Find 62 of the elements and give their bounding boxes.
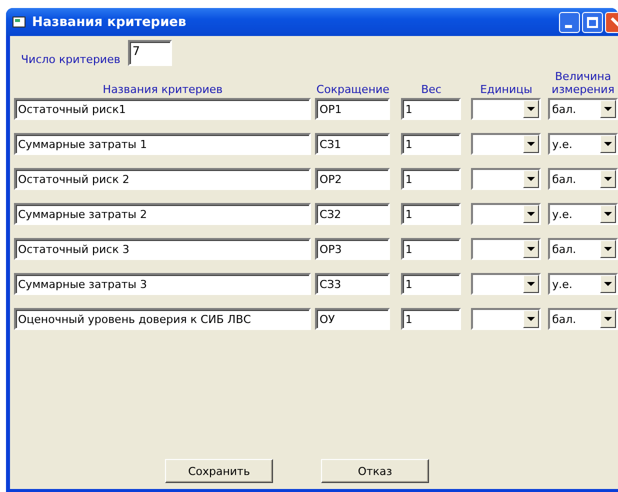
dropdown-arrow-icon[interactable] — [527, 177, 536, 181]
units-dropdown[interactable] — [471, 168, 542, 190]
dropdown-arrow-icon[interactable] — [527, 212, 536, 216]
count-label: Число критериев — [21, 53, 120, 66]
weight-field[interactable]: 1 — [401, 133, 462, 155]
column-header: Единицы — [479, 83, 534, 98]
measure-dropdown[interactable]: бал. — [548, 308, 618, 330]
units-dropdown[interactable] — [471, 133, 542, 155]
cancel-button[interactable]: Отказ — [321, 459, 429, 483]
column-header: Величина измерения — [550, 70, 616, 98]
abbreviation-field[interactable]: ОР1 — [315, 98, 390, 120]
dropdown-arrow-icon[interactable] — [604, 282, 612, 286]
weight-field[interactable]: 1 — [401, 98, 462, 120]
abbreviation-field[interactable]: СЗ1 — [315, 133, 390, 155]
dropdown-arrow-icon[interactable] — [527, 107, 536, 111]
dropdown-arrow-icon[interactable] — [604, 212, 612, 216]
measure-dropdown[interactable]: у.е. — [548, 273, 618, 295]
column-header: Сокращение — [315, 83, 390, 98]
weight-field[interactable]: 1 — [401, 168, 462, 190]
name-field[interactable]: Остаточный риск 3 — [14, 238, 312, 260]
dropdown-arrow-icon[interactable] — [527, 282, 536, 286]
column-header: Названия критериев — [102, 83, 224, 98]
column-header: Вес — [420, 83, 442, 98]
name-field[interactable]: Остаточный риск 2 — [14, 168, 312, 190]
save-button[interactable]: Сохранить — [165, 459, 273, 483]
name-field[interactable]: Суммарные затраты 1 — [14, 133, 312, 155]
abbreviation-field[interactable]: СЗ3 — [315, 273, 390, 295]
dropdown-arrow-icon[interactable] — [527, 142, 536, 146]
maximize-button[interactable] — [582, 12, 603, 32]
measure-dropdown[interactable]: у.е. — [548, 203, 618, 225]
measure-dropdown[interactable]: бал. — [548, 168, 618, 190]
weight-field[interactable]: 1 — [401, 308, 462, 330]
abbreviation-field[interactable]: ОР3 — [315, 238, 390, 260]
abbreviation-field[interactable]: ОР2 — [315, 168, 390, 190]
abbreviation-field[interactable]: ОУ — [315, 308, 390, 330]
dropdown-arrow-icon[interactable] — [527, 317, 536, 321]
measure-dropdown[interactable]: у.е. — [548, 133, 618, 155]
weight-field[interactable]: 1 — [401, 273, 462, 295]
name-field[interactable]: Остаточный риск1 — [14, 98, 312, 120]
units-dropdown[interactable] — [471, 308, 542, 330]
count-field[interactable]: 7 — [128, 40, 172, 66]
measure-dropdown[interactable]: бал. — [548, 98, 618, 120]
dropdown-arrow-icon[interactable] — [604, 142, 612, 146]
dropdown-arrow-icon[interactable] — [604, 317, 612, 321]
weight-field[interactable]: 1 — [401, 203, 462, 225]
abbreviation-field[interactable]: СЗ2 — [315, 203, 390, 225]
units-dropdown[interactable] — [471, 98, 542, 120]
minimize-button[interactable] — [559, 12, 580, 32]
units-dropdown[interactable] — [471, 273, 542, 295]
units-dropdown[interactable] — [471, 238, 542, 260]
window-title: Названия критериев — [32, 14, 186, 30]
dropdown-arrow-icon[interactable] — [604, 177, 612, 181]
name-field[interactable]: Суммарные затраты 2 — [14, 203, 312, 225]
dropdown-arrow-icon[interactable] — [604, 247, 612, 251]
name-field[interactable]: Суммарные затраты 3 — [14, 273, 312, 295]
dropdown-arrow-icon[interactable] — [527, 247, 536, 251]
units-dropdown[interactable] — [471, 203, 542, 225]
window-icon — [12, 16, 26, 28]
dropdown-arrow-icon[interactable] — [604, 107, 612, 111]
weight-field[interactable]: 1 — [401, 238, 462, 260]
name-field[interactable]: Оценочный уровень доверия к СИБ ЛВС — [14, 308, 312, 330]
measure-dropdown[interactable]: бал. — [548, 238, 618, 260]
